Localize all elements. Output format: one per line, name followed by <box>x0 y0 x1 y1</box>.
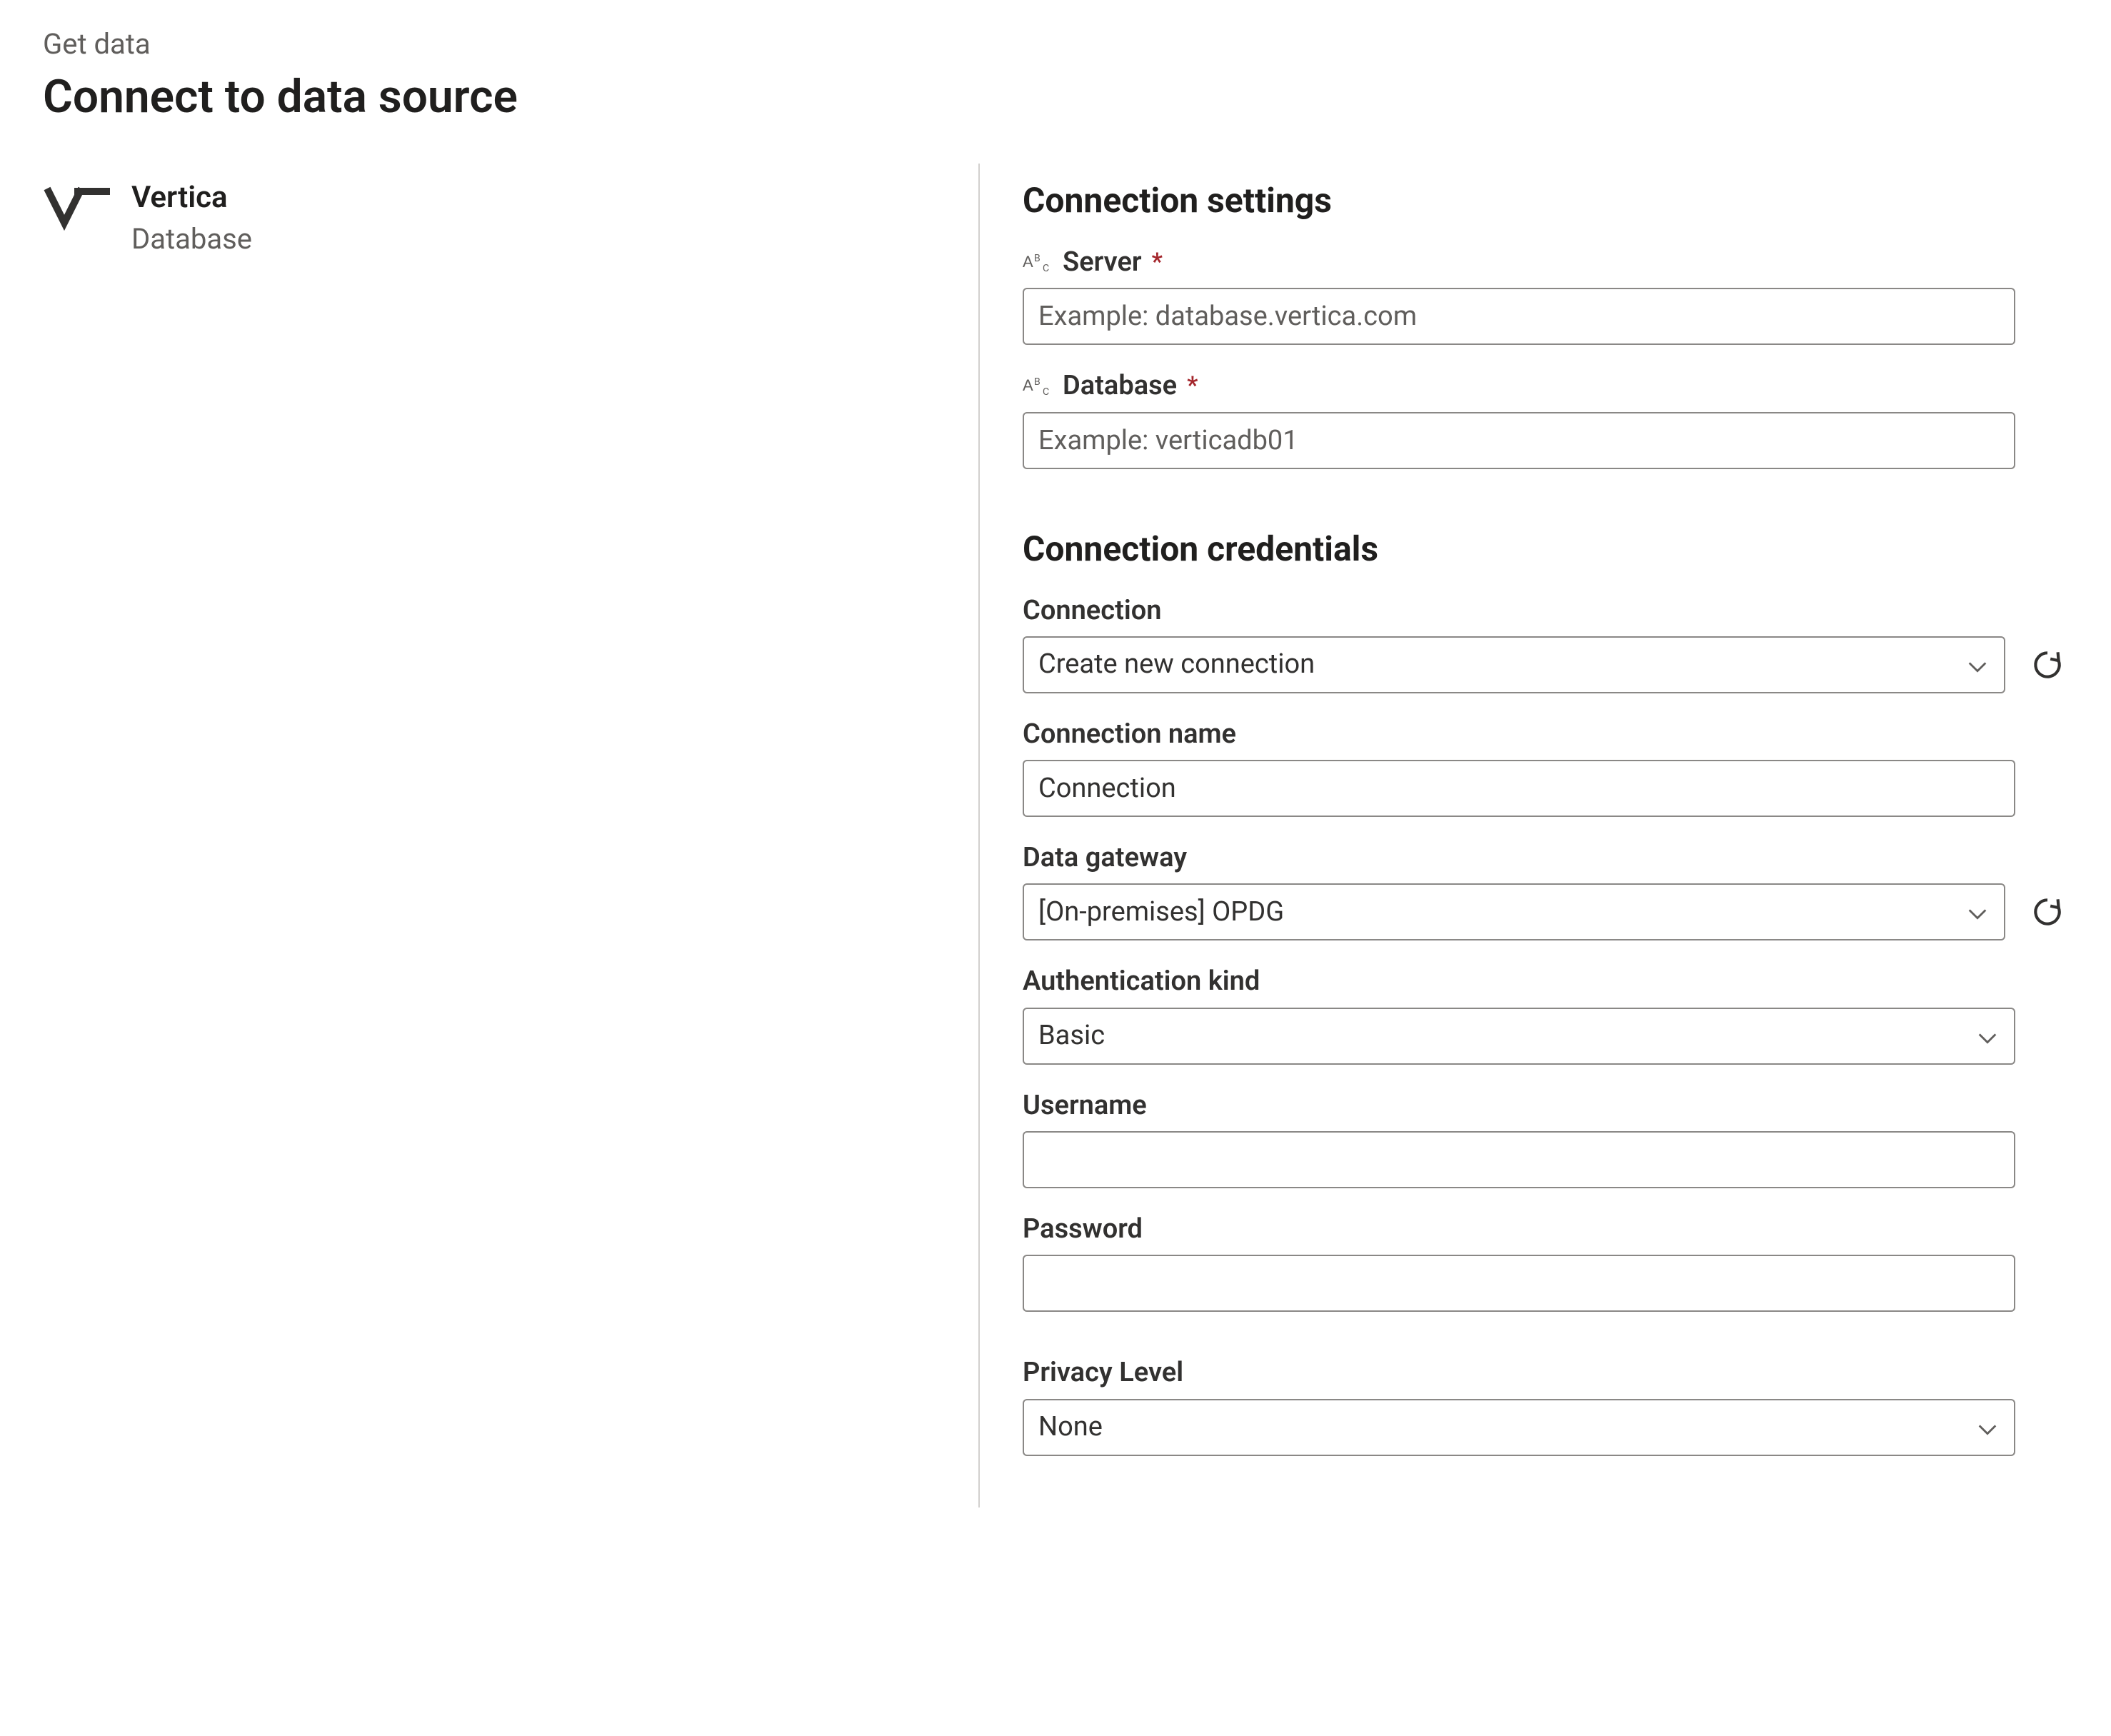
svg-text:B: B <box>1034 253 1041 264</box>
username-input[interactable] <box>1023 1131 2015 1188</box>
password-input[interactable] <box>1023 1255 2015 1312</box>
connector-name: Vertica <box>131 178 252 219</box>
auth-kind-label: Authentication kind <box>1023 963 1260 1000</box>
server-input[interactable] <box>1023 288 2015 345</box>
text-type-icon: ABC <box>1023 250 1056 276</box>
connection-select[interactable]: Create new connection <box>1023 636 2005 693</box>
refresh-gateway-button[interactable] <box>2027 891 2068 933</box>
connection-credentials-heading: Connection credentials <box>1023 526 2068 573</box>
password-label: Password <box>1023 1211 1143 1248</box>
required-indicator: * <box>1187 370 1198 403</box>
database-input[interactable] <box>1023 412 2015 469</box>
auth-kind-select[interactable]: Basic <box>1023 1008 2015 1065</box>
chevron-down-icon <box>1975 1415 2000 1440</box>
text-type-icon: ABC <box>1023 373 1056 399</box>
connection-label: Connection <box>1023 593 1161 629</box>
svg-text:A: A <box>1023 376 1033 394</box>
database-label: Database <box>1063 368 1177 404</box>
connection-settings-section: Connection settings ABC Server * <box>1023 178 2068 468</box>
svg-text:C: C <box>1043 386 1049 398</box>
connection-select-value: Create new connection <box>1038 646 1315 683</box>
connection-name-input[interactable] <box>1023 760 2015 817</box>
connection-settings-heading: Connection settings <box>1023 178 2068 224</box>
privacy-level-select-value: None <box>1038 1409 1103 1445</box>
connector-card: Vertica Database <box>43 178 950 259</box>
breadcrumb: Get data <box>43 25 2068 64</box>
connector-category: Database <box>131 220 252 259</box>
required-indicator: * <box>1152 246 1163 279</box>
privacy-level-label: Privacy Level <box>1023 1355 1183 1391</box>
auth-kind-select-value: Basic <box>1038 1018 1105 1054</box>
data-gateway-label: Data gateway <box>1023 840 1187 876</box>
connection-name-label: Connection name <box>1023 716 1236 753</box>
data-gateway-select-value: [On-premises] OPDG <box>1038 894 1284 930</box>
refresh-icon <box>2030 647 2065 683</box>
refresh-icon <box>2030 894 2065 930</box>
page-title: Connect to data source <box>43 66 2068 128</box>
chevron-down-icon <box>1965 900 1990 924</box>
refresh-connection-button[interactable] <box>2027 644 2068 686</box>
vertica-icon <box>43 178 114 235</box>
username-label: Username <box>1023 1088 1147 1124</box>
connection-credentials-section: Connection credentials Connection Create… <box>1023 526 2068 1456</box>
data-gateway-select[interactable]: [On-premises] OPDG <box>1023 883 2005 940</box>
privacy-level-select[interactable]: None <box>1023 1399 2015 1456</box>
chevron-down-icon <box>1965 653 1990 677</box>
chevron-down-icon <box>1975 1024 2000 1048</box>
svg-text:A: A <box>1023 253 1033 271</box>
svg-text:B: B <box>1034 376 1041 388</box>
server-label: Server <box>1063 244 1142 281</box>
svg-text:C: C <box>1043 263 1049 274</box>
